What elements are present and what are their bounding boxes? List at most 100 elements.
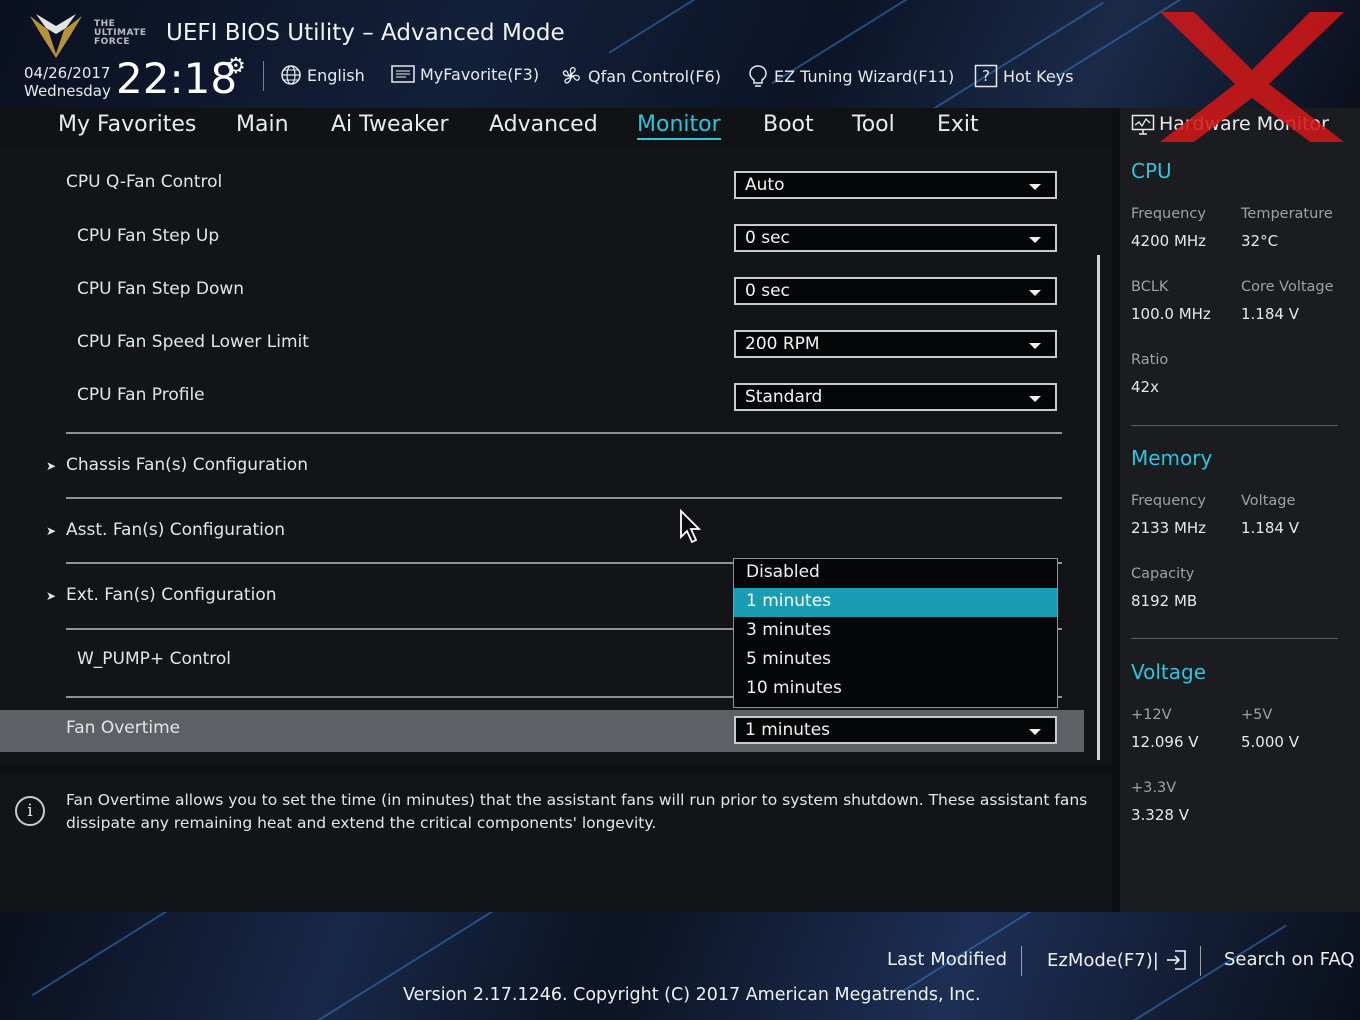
chevron-down-icon xyxy=(1029,237,1041,243)
core-voltage-label: Core Voltage xyxy=(1241,279,1334,295)
memory-capacity-label: Capacity xyxy=(1131,566,1195,582)
date-text: 04/26/2017 xyxy=(24,64,111,82)
tab-my-favorites[interactable]: My Favorites xyxy=(58,112,196,137)
fan-overtime-dropdown: Disabled 1 minutes 3 minutes 5 minutes 1… xyxy=(733,558,1058,708)
chevron-down-icon xyxy=(1029,343,1041,349)
exit-arrow-icon xyxy=(1166,950,1186,970)
ezmode-button[interactable]: EzMode(F7)| xyxy=(1047,949,1187,971)
cpu-qfan-control-label: CPU Q-Fan Control xyxy=(66,172,223,192)
v33-label: +3.3V xyxy=(1131,780,1177,796)
dropdown-option[interactable]: Disabled xyxy=(734,559,1057,588)
cpu-fan-profile-value: Standard xyxy=(745,387,823,407)
lightbulb-icon xyxy=(749,65,767,87)
gear-icon[interactable]: ⚙ xyxy=(226,54,246,79)
info-icon: i xyxy=(15,796,45,826)
search-faq-button[interactable]: Search on FAQ xyxy=(1224,949,1355,970)
bclk-label: BCLK xyxy=(1131,279,1169,295)
chevron-down-icon xyxy=(1029,396,1041,402)
ezmode-label: EzMode(F7)| xyxy=(1047,949,1159,971)
mouse-cursor-icon xyxy=(680,509,702,544)
qfan-label: Qfan Control(F6) xyxy=(588,66,721,86)
language-button[interactable]: English xyxy=(280,64,365,86)
hot-keys-label: Hot Keys xyxy=(1003,66,1074,86)
favorite-list-icon xyxy=(391,65,415,83)
memory-capacity-value: 8192 MB xyxy=(1131,592,1198,610)
date-display: 04/26/2017 Wednesday xyxy=(24,64,111,100)
cpu-fan-lower-limit-select[interactable]: 200 RPM xyxy=(734,330,1057,358)
cpu-fan-profile-select[interactable]: Standard xyxy=(734,383,1057,411)
cpu-fan-step-down-value: 0 sec xyxy=(745,281,790,301)
tab-exit[interactable]: Exit xyxy=(937,112,979,137)
fan-icon xyxy=(562,67,580,84)
monitor-icon xyxy=(1131,114,1155,135)
ratio-value: 42x xyxy=(1131,378,1159,396)
v33-value: 3.328 V xyxy=(1131,806,1189,824)
chevron-down-icon xyxy=(1029,184,1041,190)
chassis-fan-config-link[interactable]: Chassis Fan(s) Configuration xyxy=(66,455,308,475)
app-title: UEFI BIOS Utility – Advanced Mode xyxy=(166,20,565,46)
fan-overtime-value: 1 minutes xyxy=(745,720,831,740)
cpu-frequency-value: 4200 MHz xyxy=(1131,232,1207,250)
dropdown-option-selected[interactable]: 1 minutes xyxy=(734,588,1057,617)
footer-divider xyxy=(1021,946,1022,976)
fan-overtime-select[interactable]: 1 minutes xyxy=(734,716,1057,744)
voltage-heading: Voltage xyxy=(1131,660,1207,684)
cpu-temperature-label: Temperature xyxy=(1241,206,1333,222)
help-text: Fan Overtime allows you to set the time … xyxy=(66,791,1088,832)
tab-monitor[interactable]: Monitor xyxy=(637,112,721,140)
ez-tuning-button[interactable]: EZ Tuning Wizard(F11) xyxy=(747,64,954,88)
cpu-fan-step-up-select[interactable]: 0 sec xyxy=(734,224,1057,252)
v12-value: 12.096 V xyxy=(1131,733,1199,751)
myfavorite-button[interactable]: MyFavorite(F3) xyxy=(391,64,539,84)
chevron-down-icon xyxy=(1029,729,1041,735)
version-text: Version 2.17.1246. Copyright (C) 2017 Am… xyxy=(403,985,981,1005)
cpu-fan-step-up-value: 0 sec xyxy=(745,228,790,248)
asst-fan-config-link[interactable]: Asst. Fan(s) Configuration xyxy=(66,520,285,540)
tab-main[interactable]: Main xyxy=(236,112,289,137)
memory-voltage-value: 1.184 V xyxy=(1241,519,1299,537)
tab-boot[interactable]: Boot xyxy=(763,112,814,137)
core-voltage-value: 1.184 V xyxy=(1241,305,1299,323)
cpu-fan-step-down-label: CPU Fan Step Down xyxy=(77,279,245,299)
scrollbar[interactable] xyxy=(1097,255,1100,760)
globe-icon xyxy=(281,65,301,85)
cpu-temperature-value: 32°C xyxy=(1241,232,1279,250)
ext-fan-config-link[interactable]: Ext. Fan(s) Configuration xyxy=(66,585,277,605)
ratio-label: Ratio xyxy=(1131,352,1169,368)
svg-text:?: ? xyxy=(982,67,990,85)
memory-voltage-label: Voltage xyxy=(1241,493,1296,509)
cpu-fan-step-up-label: CPU Fan Step Up xyxy=(77,226,220,246)
cpu-frequency-label: Frequency xyxy=(1131,206,1206,222)
v12-label: +12V xyxy=(1131,707,1172,723)
v5-label: +5V xyxy=(1241,707,1273,723)
section-divider xyxy=(66,432,1062,434)
cpu-qfan-control-select[interactable]: Auto xyxy=(734,171,1057,199)
question-box-icon: ? xyxy=(974,64,998,88)
memory-frequency-value: 2133 MHz xyxy=(1131,519,1207,537)
last-modified-button[interactable]: Last Modified xyxy=(887,949,1007,970)
chevron-right-icon: ➤ xyxy=(46,459,57,473)
footer-divider xyxy=(1200,946,1201,976)
tab-ai-tweaker[interactable]: Ai Tweaker xyxy=(331,112,449,137)
v5-value: 5.000 V xyxy=(1241,733,1299,751)
header-divider xyxy=(263,61,264,91)
weekday-text: Wednesday xyxy=(24,82,111,100)
w-pump-control-label: W_PUMP+ Control xyxy=(77,649,232,669)
hot-keys-button[interactable]: ? Hot Keys xyxy=(974,64,1074,88)
bclk-value: 100.0 MHz xyxy=(1131,305,1211,323)
tab-tool[interactable]: Tool xyxy=(852,112,895,137)
clock[interactable]: 22:18 xyxy=(116,54,237,103)
tab-advanced[interactable]: Advanced xyxy=(489,112,598,137)
dropdown-option[interactable]: 3 minutes xyxy=(734,617,1057,646)
cpu-qfan-control-value: Auto xyxy=(745,175,785,195)
chevron-down-icon xyxy=(1029,290,1041,296)
logo-text: THE ULTIMATE FORCE xyxy=(94,19,147,47)
dropdown-option[interactable]: 5 minutes xyxy=(734,646,1057,675)
section-divider xyxy=(66,497,1062,499)
memory-heading: Memory xyxy=(1131,446,1213,470)
cpu-fan-profile-label: CPU Fan Profile xyxy=(77,385,205,405)
dropdown-option[interactable]: 10 minutes xyxy=(734,675,1057,704)
cpu-fan-step-down-select[interactable]: 0 sec xyxy=(734,277,1057,305)
fan-overtime-label: Fan Overtime xyxy=(66,718,181,738)
qfan-control-button[interactable]: Qfan Control(F6) xyxy=(559,64,721,88)
